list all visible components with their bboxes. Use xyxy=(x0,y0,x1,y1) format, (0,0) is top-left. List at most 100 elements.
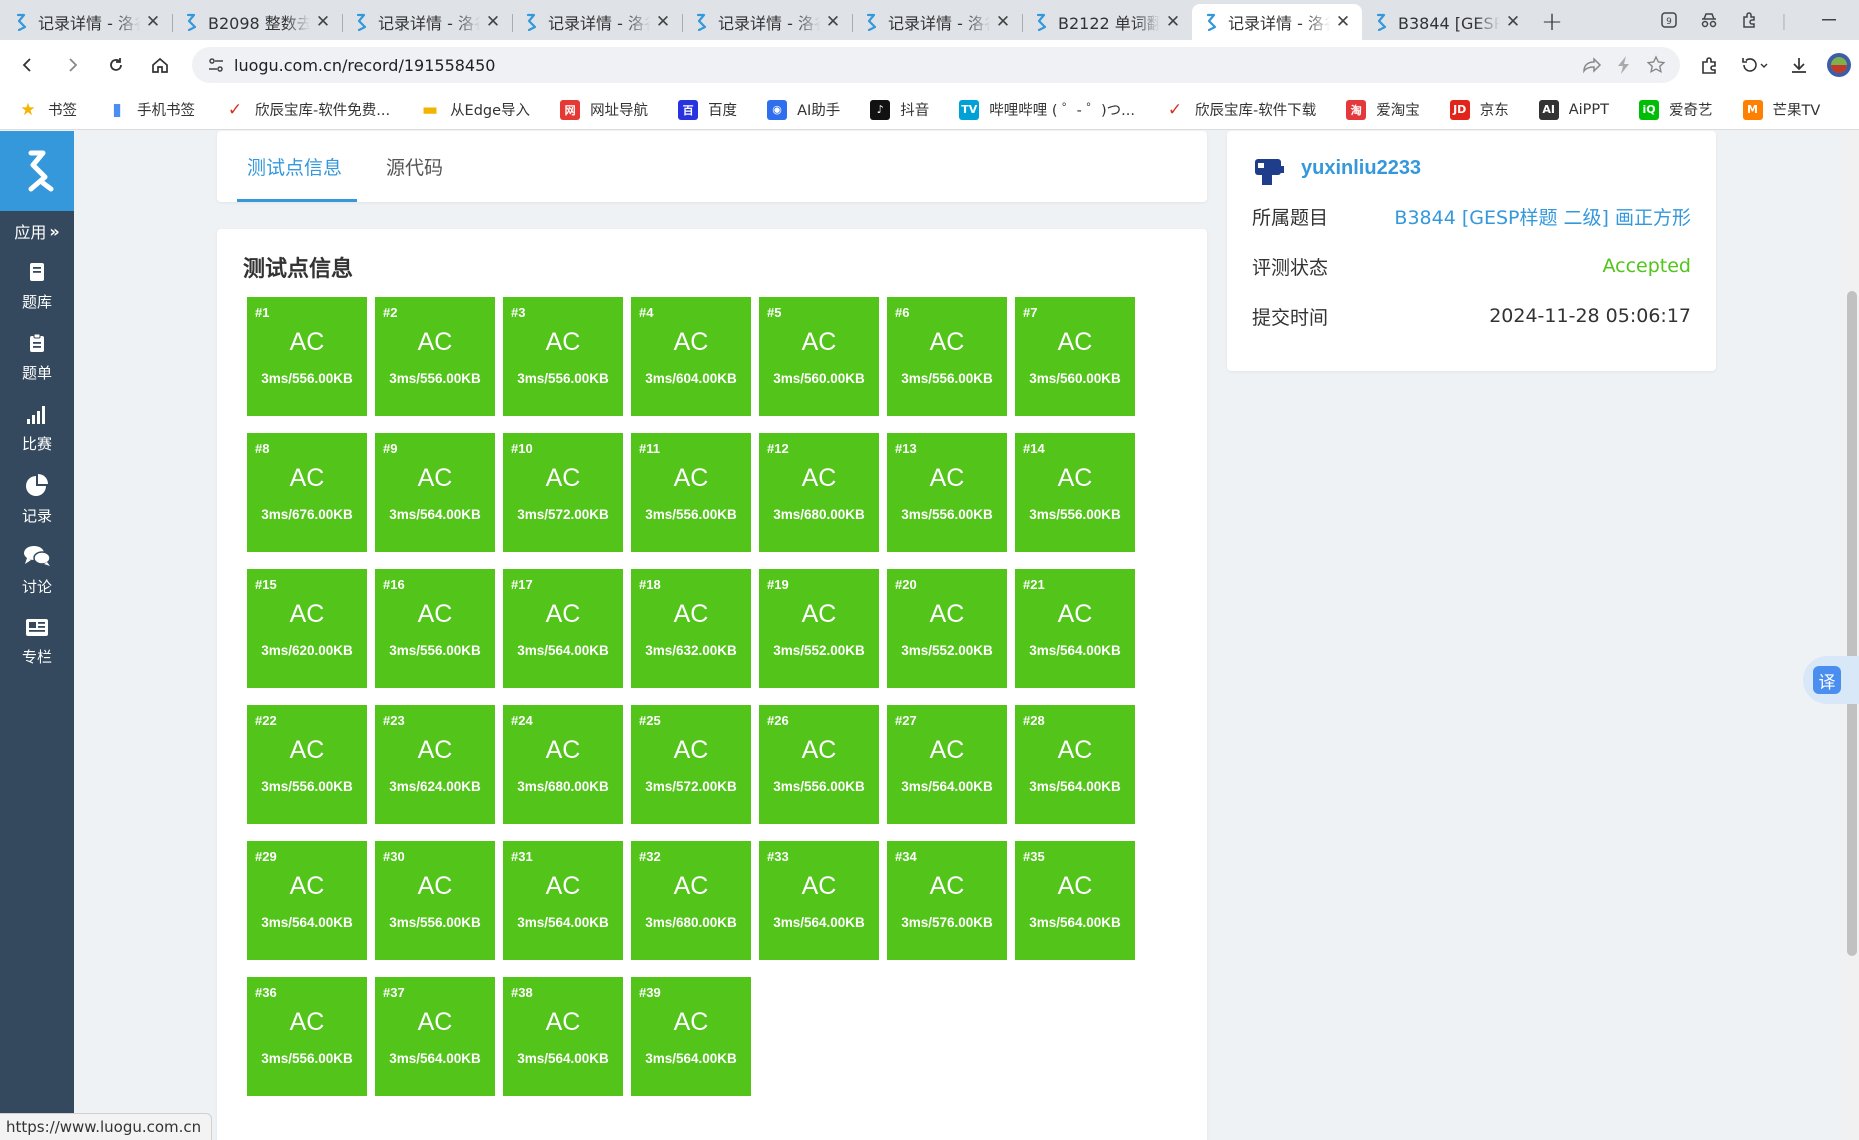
bookmark-item[interactable]: ▮ 手机书签 xyxy=(107,99,195,120)
reload-button[interactable] xyxy=(94,43,138,87)
apps-menu[interactable]: 应用 » xyxy=(0,211,74,251)
testcase-tile[interactable]: #39 AC 3ms/564.00KB xyxy=(631,977,751,1096)
testcase-tile[interactable]: #6 AC 3ms/556.00KB xyxy=(887,297,1007,416)
close-icon[interactable]: ✕ xyxy=(824,12,842,32)
testcase-tile[interactable]: #38 AC 3ms/564.00KB xyxy=(503,977,623,1096)
sidebar-item-discuss[interactable]: 讨论 xyxy=(0,535,74,606)
testcase-tile[interactable]: #28 AC 3ms/564.00KB xyxy=(1015,705,1135,824)
testcase-tile[interactable]: #31 AC 3ms/564.00KB xyxy=(503,841,623,960)
close-icon[interactable]: ✕ xyxy=(314,12,332,32)
user-avatar-icon[interactable] xyxy=(1252,153,1288,189)
testcase-tile[interactable]: #2 AC 3ms/556.00KB xyxy=(375,297,495,416)
testcase-tile[interactable]: #3 AC 3ms/556.00KB xyxy=(503,297,623,416)
history-back-icon[interactable] xyxy=(1729,45,1779,85)
browser-tab[interactable]: 记录详情 - 洛谷 ✕ xyxy=(682,4,852,40)
testcase-tile[interactable]: #30 AC 3ms/556.00KB xyxy=(375,841,495,960)
share-icon[interactable] xyxy=(1582,56,1602,74)
extensions-icon[interactable] xyxy=(1729,0,1769,40)
testcase-tile[interactable]: #10 AC 3ms/572.00KB xyxy=(503,433,623,552)
testcase-tile[interactable]: #25 AC 3ms/572.00KB xyxy=(631,705,751,824)
minimize-icon[interactable] xyxy=(1799,0,1859,40)
testcase-tile[interactable]: #32 AC 3ms/680.00KB xyxy=(631,841,751,960)
browser-tab[interactable]: B2098 整数去重✕ xyxy=(172,4,342,40)
username-link[interactable]: yuxinliu2233 xyxy=(1301,157,1421,180)
tab-testcases[interactable]: 测试点信息 xyxy=(247,131,342,202)
bookmark-item[interactable]: ★ 书签 xyxy=(18,99,77,120)
testcase-tile[interactable]: #27 AC 3ms/564.00KB xyxy=(887,705,1007,824)
bookmark-item[interactable]: M 芒果TV xyxy=(1742,99,1820,120)
testcase-tile[interactable]: #11 AC 3ms/556.00KB xyxy=(631,433,751,552)
testcase-tile[interactable]: #33 AC 3ms/564.00KB xyxy=(759,841,879,960)
browser-tab[interactable]: 记录详情 - 洛谷 ✕ xyxy=(342,4,512,40)
testcase-tile[interactable]: #8 AC 3ms/676.00KB xyxy=(247,433,367,552)
close-icon[interactable]: ✕ xyxy=(1164,12,1182,32)
testcase-tile[interactable]: #13 AC 3ms/556.00KB xyxy=(887,433,1007,552)
tab-count-icon[interactable]: 9 xyxy=(1649,0,1689,40)
testcase-tile[interactable]: #7 AC 3ms/560.00KB xyxy=(1015,297,1135,416)
translate-button[interactable]: 译 xyxy=(1803,656,1859,704)
testcase-tile[interactable]: #19 AC 3ms/552.00KB xyxy=(759,569,879,688)
incognito-icon[interactable] xyxy=(1689,0,1729,40)
bookmark-item[interactable]: ▬ 从Edge导入 xyxy=(420,99,530,120)
testcase-tile[interactable]: #12 AC 3ms/680.00KB xyxy=(759,433,879,552)
browser-tab[interactable]: 记录详情 - 洛谷 ✕ xyxy=(2,4,172,40)
testcase-tile[interactable]: #17 AC 3ms/564.00KB xyxy=(503,569,623,688)
bookmark-item[interactable]: ◉ AI助手 xyxy=(767,99,840,120)
testcase-tile[interactable]: #5 AC 3ms/560.00KB xyxy=(759,297,879,416)
sidebar-item-problem-set[interactable]: 题库 xyxy=(0,251,74,322)
testcase-tile[interactable]: #24 AC 3ms/680.00KB xyxy=(503,705,623,824)
new-tab-button[interactable]: + xyxy=(1532,4,1572,40)
testcase-tile[interactable]: #15 AC 3ms/620.00KB xyxy=(247,569,367,688)
close-icon[interactable]: ✕ xyxy=(654,12,672,32)
bookmark-item[interactable]: ✓ 欣辰宝库-软件下载 xyxy=(1165,99,1316,120)
testcase-tile[interactable]: #36 AC 3ms/556.00KB xyxy=(247,977,367,1096)
bookmark-item[interactable]: ♪ 抖音 xyxy=(870,99,929,120)
browser-tab[interactable]: 记录详情 - 洛谷 ✕ xyxy=(512,4,682,40)
testcase-tile[interactable]: #9 AC 3ms/564.00KB xyxy=(375,433,495,552)
testcase-tile[interactable]: #20 AC 3ms/552.00KB xyxy=(887,569,1007,688)
home-button[interactable] xyxy=(138,43,182,87)
close-icon[interactable]: ✕ xyxy=(1334,12,1352,32)
testcase-tile[interactable]: #14 AC 3ms/556.00KB xyxy=(1015,433,1135,552)
bookmark-item[interactable]: 百百度 xyxy=(678,99,737,120)
scrollbar-thumb[interactable] xyxy=(1847,291,1857,956)
problem-link[interactable]: B3844 [GESP样题 二级] 画正方形 xyxy=(1394,203,1691,230)
browser-tab[interactable]: B3844 [GESP样题✕ xyxy=(1362,4,1532,40)
browser-tab[interactable]: B2122 单词翻转✕ xyxy=(1022,4,1192,40)
bookmark-item[interactable]: 淘爱淘宝 xyxy=(1346,99,1420,120)
download-icon[interactable] xyxy=(1779,45,1819,85)
sidebar-item-problem-list[interactable]: 题单 xyxy=(0,322,74,393)
lightning-icon[interactable] xyxy=(1616,55,1632,75)
profile-avatar-icon[interactable] xyxy=(1819,45,1859,85)
site-info-icon[interactable] xyxy=(198,47,234,83)
close-icon[interactable]: ✕ xyxy=(144,12,162,32)
bookmark-item[interactable]: ✓ 欣辰宝库-软件免费... xyxy=(225,99,390,120)
testcase-tile[interactable]: #23 AC 3ms/624.00KB xyxy=(375,705,495,824)
browser-tab[interactable]: 记录详情 - 洛谷 ✕ xyxy=(1192,4,1362,40)
luogu-logo[interactable] xyxy=(0,131,74,211)
close-icon[interactable]: ✕ xyxy=(1504,12,1522,32)
forward-button[interactable] xyxy=(50,43,94,87)
extensions-puzzle-icon[interactable] xyxy=(1689,45,1729,85)
omnibox[interactable]: luogu.com.cn/record/191558450 xyxy=(192,47,1680,83)
testcase-tile[interactable]: #37 AC 3ms/564.00KB xyxy=(375,977,495,1096)
bookmark-item[interactable]: AI AiPPT xyxy=(1538,99,1609,120)
tab-source-code[interactable]: 源代码 xyxy=(386,131,443,202)
testcase-tile[interactable]: #16 AC 3ms/556.00KB xyxy=(375,569,495,688)
bookmark-item[interactable]: TV 哔哩哔哩 ( ゜- ゜)つ... xyxy=(959,99,1135,120)
sidebar-item-article[interactable]: 专栏 xyxy=(0,606,74,677)
close-icon[interactable]: ✕ xyxy=(994,12,1012,32)
back-button[interactable] xyxy=(6,43,50,87)
testcase-tile[interactable]: #18 AC 3ms/632.00KB xyxy=(631,569,751,688)
testcase-tile[interactable]: #26 AC 3ms/556.00KB xyxy=(759,705,879,824)
bookmark-item[interactable]: JD 京东 xyxy=(1449,99,1509,120)
testcase-tile[interactable]: #29 AC 3ms/564.00KB xyxy=(247,841,367,960)
testcase-tile[interactable]: #35 AC 3ms/564.00KB xyxy=(1015,841,1135,960)
testcase-tile[interactable]: #4 AC 3ms/604.00KB xyxy=(631,297,751,416)
testcase-tile[interactable]: #1 AC 3ms/556.00KB xyxy=(247,297,367,416)
close-icon[interactable]: ✕ xyxy=(484,12,502,32)
page-scrollbar[interactable] xyxy=(1845,131,1859,1140)
bookmark-item[interactable]: 网网址导航 xyxy=(560,99,648,120)
testcase-tile[interactable]: #22 AC 3ms/556.00KB xyxy=(247,705,367,824)
star-bookmark-icon[interactable] xyxy=(1646,55,1666,75)
